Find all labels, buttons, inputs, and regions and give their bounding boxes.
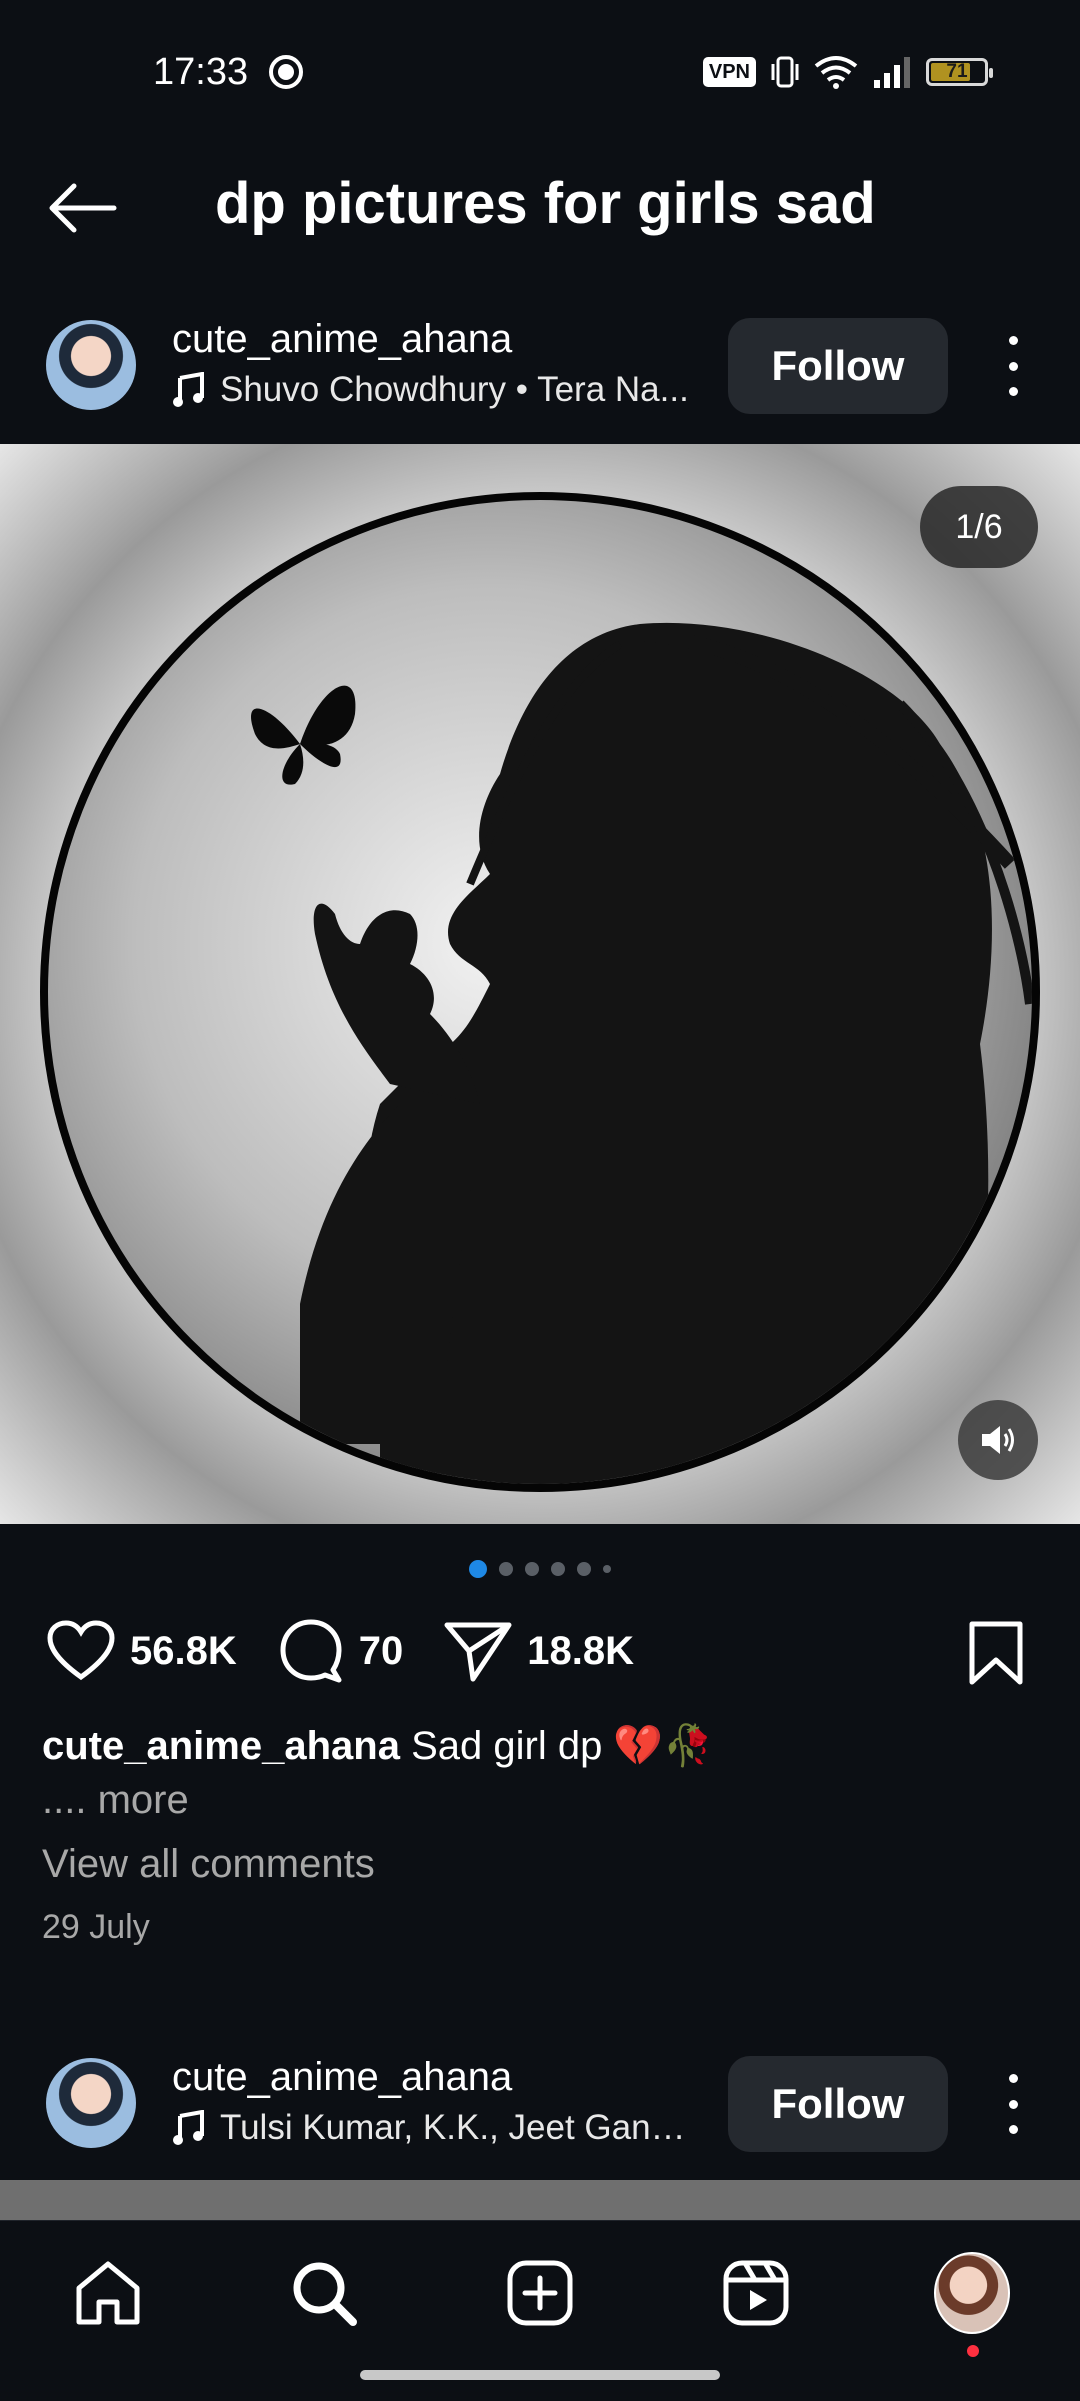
post-date: 29 July (42, 1908, 150, 1946)
music-label: Tulsi Kumar, K.K., Jeet Gang... (220, 2108, 690, 2147)
share-icon (444, 1622, 512, 1682)
view-all-comments-link[interactable]: View all comments (42, 1842, 375, 1887)
avatar[interactable] (46, 320, 136, 410)
follow-button[interactable]: Follow (728, 2056, 948, 2152)
nav-search[interactable] (286, 2255, 362, 2331)
carousel-dot (499, 1562, 513, 1576)
wifi-icon (814, 56, 858, 89)
comment-count: 70 (358, 1628, 404, 1673)
record-icon (269, 55, 303, 89)
carousel-dot (525, 1562, 539, 1576)
carousel-dot-active (469, 1560, 487, 1578)
post-music[interactable]: Shuvo Chowdhury • Tera Na... (172, 370, 690, 410)
follow-button[interactable]: Follow (728, 318, 948, 414)
nav-create[interactable] (502, 2255, 578, 2331)
caption-username[interactable]: cute_anime_ahana (42, 1724, 400, 1768)
vpn-badge: VPN (702, 57, 756, 87)
more-options-icon[interactable] (998, 2074, 1028, 2134)
status-icons: VPN 71 (702, 52, 993, 92)
home-indicator[interactable] (360, 2370, 720, 2380)
next-post-image[interactable] (0, 2180, 1080, 2220)
image-counter-badge: 1/6 (920, 486, 1038, 568)
vibrate-icon (771, 56, 799, 88)
reels-icon (723, 2260, 789, 2326)
post-username[interactable]: cute_anime_ahana (172, 314, 512, 364)
more-options-icon[interactable] (998, 336, 1028, 396)
music-note-icon (173, 2110, 204, 2145)
sound-toggle[interactable] (958, 1400, 1038, 1480)
post-username[interactable]: cute_anime_ahana (172, 2052, 512, 2102)
comment-button[interactable]: 70 (277, 1618, 404, 1684)
home-icon (76, 2261, 140, 2325)
carousel-dot (603, 1565, 611, 1573)
status-time: 17:33 (153, 51, 249, 93)
signal-icon (874, 57, 910, 88)
music-label: Shuvo Chowdhury • Tera Na... (220, 370, 689, 409)
share-button[interactable]: 18.8K (443, 1619, 634, 1683)
back-arrow-icon[interactable] (44, 170, 120, 246)
like-count: 56.8K (130, 1628, 237, 1673)
post-actions: 56.8K 70 18.8K (46, 1618, 674, 1684)
speaker-icon (982, 1426, 1014, 1454)
carousel-dot (577, 1562, 591, 1576)
music-note-icon (173, 372, 204, 407)
create-icon (507, 2260, 573, 2326)
silhouette-illustration (40, 492, 1040, 1492)
profile-avatar (934, 2252, 1010, 2334)
nav-reels[interactable] (718, 2255, 794, 2331)
nav-home[interactable] (70, 2255, 146, 2331)
bookmark-icon[interactable] (966, 1620, 1026, 1686)
notification-dot (967, 2345, 979, 2357)
search-icon (293, 2262, 357, 2326)
carousel-indicator (0, 1560, 1080, 1578)
caption-text: Sad girl dp 💔🥀 (411, 1724, 714, 1768)
page-title: dp pictures for girls sad (215, 171, 876, 236)
share-count: 18.8K (527, 1628, 634, 1673)
post-image[interactable] (0, 444, 1080, 1524)
post-music[interactable]: Tulsi Kumar, K.K., Jeet Gang... (172, 2108, 690, 2148)
carousel-dot (551, 1562, 565, 1576)
heart-icon (47, 1620, 115, 1681)
battery-level: 71 (946, 61, 968, 82)
nav-profile[interactable] (934, 2252, 1010, 2357)
caption-more-link[interactable]: .... more (42, 1778, 189, 1823)
avatar[interactable] (46, 2058, 136, 2148)
like-button[interactable]: 56.8K (46, 1619, 237, 1683)
comment-icon (280, 1619, 342, 1683)
post-caption: cute_anime_ahana Sad girl dp 💔🥀 (42, 1720, 713, 1772)
battery-icon: 71 (926, 58, 993, 86)
